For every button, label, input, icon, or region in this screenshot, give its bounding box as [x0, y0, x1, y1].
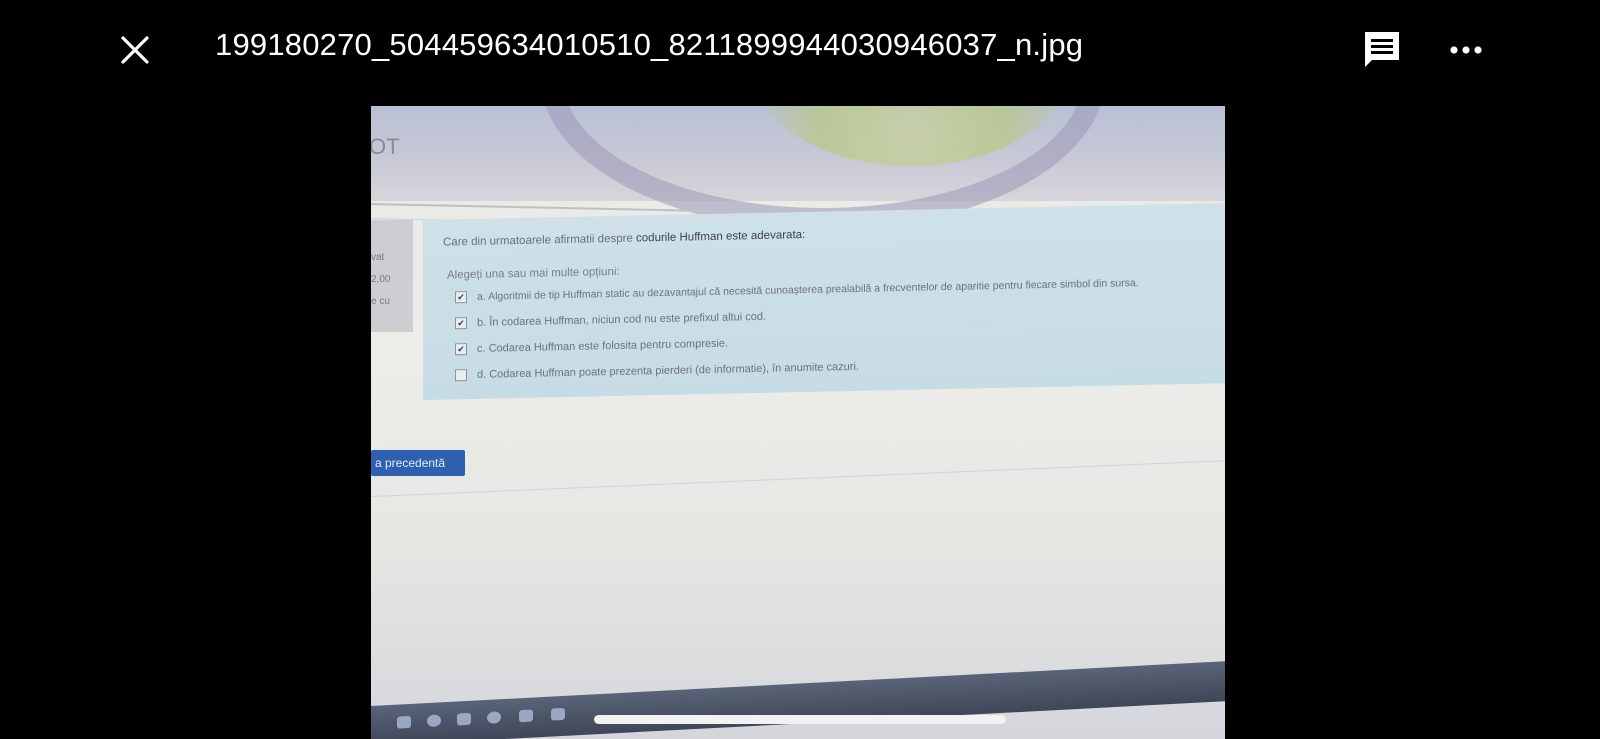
more-options-icon [1450, 46, 1482, 54]
taskbar-app-icon[interactable] [519, 709, 533, 723]
close-icon [121, 36, 149, 64]
comment-button[interactable] [1362, 29, 1402, 71]
checkbox[interactable]: ✔ [455, 343, 467, 356]
comment-icon [1365, 32, 1399, 67]
home-indicator[interactable] [594, 715, 1006, 724]
question-emphasis: codurile Huffman este adevarata: [636, 228, 806, 245]
answer-option[interactable]: ✔ a. Algoritmii de tip Huffman static au… [455, 277, 1139, 304]
taskbar-app-icon[interactable] [397, 715, 411, 729]
divider [371, 460, 1225, 497]
answer-option[interactable]: d. Codarea Huffman poate prezenta pierde… [455, 360, 859, 382]
taskbar-app-icon[interactable] [457, 712, 471, 726]
question-info-panel: vat 2,00 e cu [371, 220, 413, 332]
info-text: e cu [371, 296, 390, 307]
question-text: Care din urmatoarele afirmatii despre co… [443, 229, 805, 249]
banner-text: OT [371, 134, 400, 159]
viewer-top-bar: 199180270_504459634010510_82118999440309… [0, 0, 1600, 100]
close-button[interactable] [115, 30, 155, 70]
file-name-title: 199180270_504459634010510_82118999440309… [215, 27, 1084, 62]
choose-label: Alegeți una sau mai multe opțiuni: [447, 265, 620, 282]
answer-option[interactable]: ✔ b. În codarea Huffman, niciun cod nu e… [455, 311, 766, 330]
info-text: 2,00 [371, 274, 391, 285]
option-text: d. Codarea Huffman poate prezenta pierde… [477, 360, 859, 381]
checkbox[interactable]: ✔ [455, 317, 467, 330]
option-text: a. Algoritmii de tip Huffman static au d… [477, 277, 1139, 303]
photo-content: OT vat 2,00 e cu Care din urmatoarele af… [371, 106, 1225, 739]
more-options-button[interactable] [1446, 34, 1486, 66]
info-text: vat [371, 252, 385, 263]
image-viewer: 199180270_504459634010510_82118999440309… [0, 0, 1600, 739]
taskbar-app-icon[interactable] [487, 711, 501, 724]
taskbar-app-icon[interactable] [427, 714, 441, 728]
photo-banner: OT [371, 106, 1225, 230]
option-text: b. În codarea Huffman, niciun cod nu est… [477, 310, 767, 329]
question-box: Care din urmatoarele afirmatii despre co… [423, 202, 1225, 400]
previous-page-button[interactable]: a precedentă [371, 450, 465, 476]
option-text: c. Codarea Huffman este folosita pentru … [477, 337, 729, 355]
question-prefix: Care din urmatoarele afirmatii despre [443, 232, 637, 249]
checkbox[interactable]: ✔ [455, 291, 467, 304]
taskbar [371, 661, 1225, 739]
checkbox[interactable] [455, 369, 467, 382]
taskbar-app-icon[interactable] [551, 707, 565, 721]
answer-option[interactable]: ✔ c. Codarea Huffman este folosita pentr… [455, 338, 728, 356]
